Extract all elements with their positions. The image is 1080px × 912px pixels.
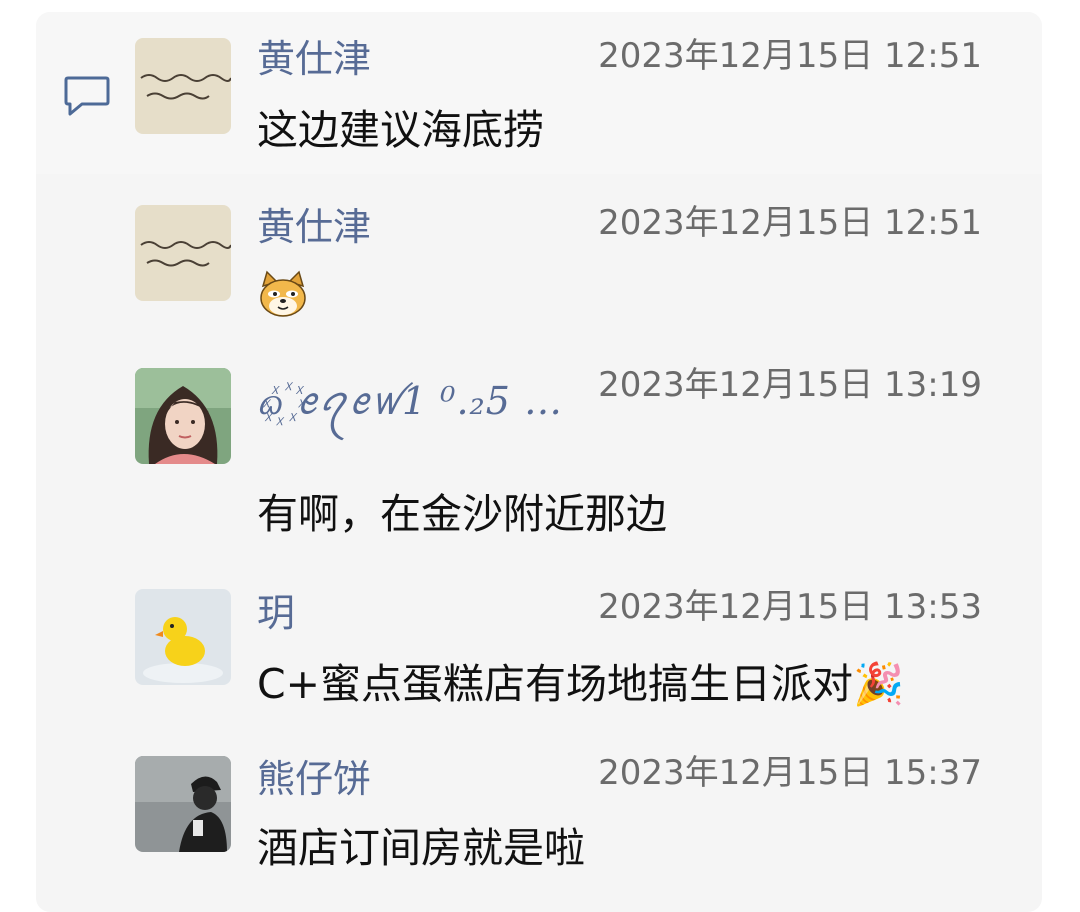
comment-text: 有啊，在金沙附近那边 xyxy=(257,490,667,538)
doge-emoji-icon xyxy=(260,270,306,317)
commenter-name[interactable]: ᦒ꙰ ꫀꪖꫀꪝ1 ⁰.₂5 … xyxy=(257,378,563,424)
avatar[interactable] xyxy=(135,38,231,134)
comment-text: 酒店订间房就是啦 xyxy=(257,824,585,872)
commenter-name[interactable]: 黄仕津 xyxy=(257,204,371,250)
avatar[interactable] xyxy=(135,589,231,685)
comment-timestamp: 2023年12月15日 13:19 xyxy=(598,365,982,405)
comment-text: 这边建议海底捞 xyxy=(257,106,544,154)
handwriting-note-avatar-image xyxy=(135,205,231,301)
comment-icon[interactable] xyxy=(62,74,112,118)
avatar[interactable] xyxy=(135,368,231,464)
comment-timestamp: 2023年12月15日 15:37 xyxy=(598,753,982,793)
avatar[interactable] xyxy=(135,205,231,301)
commenter-name[interactable]: 玥 xyxy=(257,590,295,636)
handwriting-note-avatar-image xyxy=(135,38,231,134)
comment-timestamp: 2023年12月15日 13:53 xyxy=(598,587,982,627)
comment-timestamp: 2023年12月15日 12:51 xyxy=(598,36,982,76)
avatar[interactable] xyxy=(135,756,231,852)
comment-timestamp: 2023年12月15日 12:51 xyxy=(598,203,982,243)
commenter-name[interactable]: 熊仔饼 xyxy=(257,756,371,802)
comment-text: C+蜜点蛋糕店有场地搞生日派对🎉 xyxy=(257,660,905,708)
rubber-duck-avatar-image xyxy=(135,589,231,685)
woman-portrait-avatar-image xyxy=(135,368,231,464)
person-cap-avatar-image xyxy=(135,756,231,852)
commenter-name[interactable]: 黄仕津 xyxy=(257,36,371,82)
